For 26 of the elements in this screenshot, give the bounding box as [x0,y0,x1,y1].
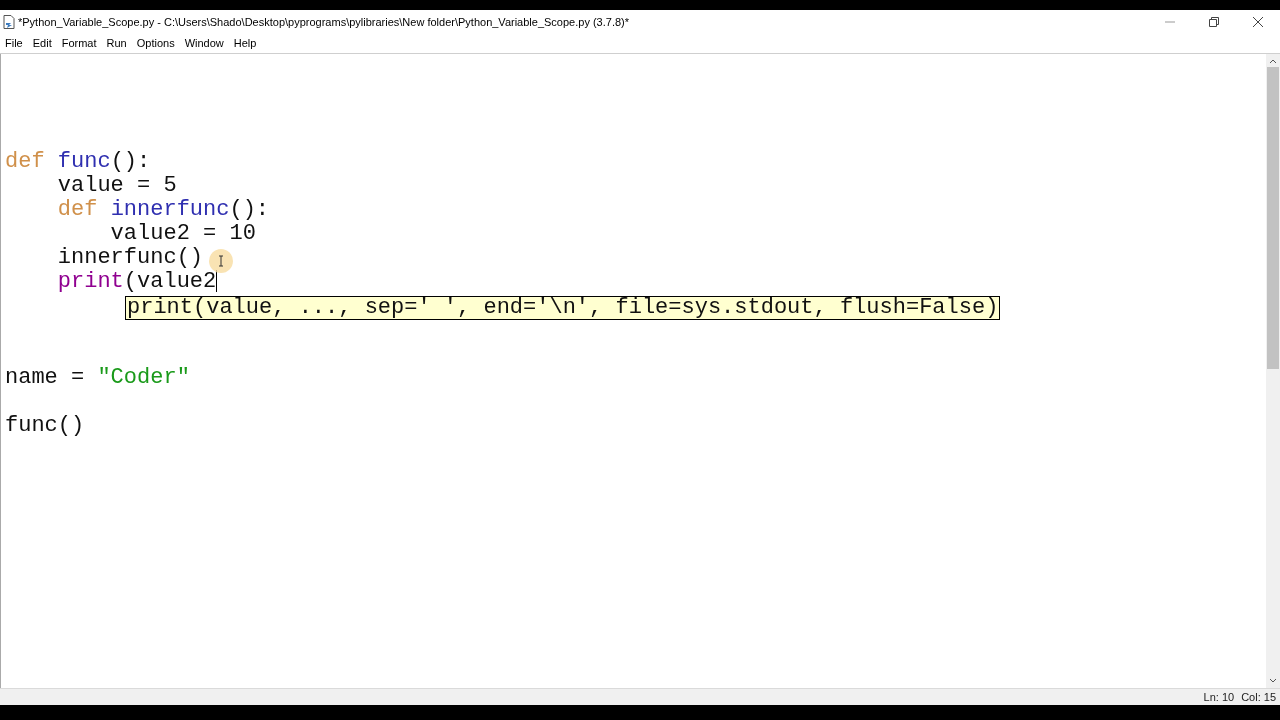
scroll-thumb[interactable] [1267,67,1279,369]
code-line: name = "Coder" [5,366,190,390]
menu-item[interactable]: Options [131,35,180,52]
menu-item[interactable]: Format [56,35,102,52]
menu-item[interactable]: Window [179,35,229,52]
restore-icon[interactable] [1209,17,1219,27]
menu-item[interactable]: Help [228,35,262,52]
code-line: value = 5 [56,174,177,198]
menu-item[interactable]: File [0,35,28,52]
code-line: func() [5,414,85,438]
code-line: def func(): [5,150,151,174]
scrollbar[interactable] [1266,54,1280,688]
code-line: innerfunc() [56,246,204,270]
calltip: print(value, ..., sep=' ', end='\n', file=sys.stdout, flush=False) [125,296,1001,320]
code-line: def innerfunc(): [56,198,270,222]
window-title: *Python_Variable_Scope.py - C:\Users\Shado\Desktop\pyprograms\pylibraries\New folder\Python_Variable_Scope.py (3.7.8)* [18,14,630,30]
menu-item[interactable]: Edit [27,35,57,52]
line-number: Ln: 10 [1203,689,1235,705]
menu-item[interactable]: Run [101,35,132,52]
close-icon[interactable] [1253,17,1263,27]
file-icon [3,15,15,29]
scroll-up-icon[interactable] [1269,58,1277,64]
scroll-down-icon[interactable] [1269,678,1277,684]
column-number: Col: 15 [1241,689,1276,705]
code-line: print(value2 [56,270,217,294]
code-line: value2 = 10 [109,222,256,246]
